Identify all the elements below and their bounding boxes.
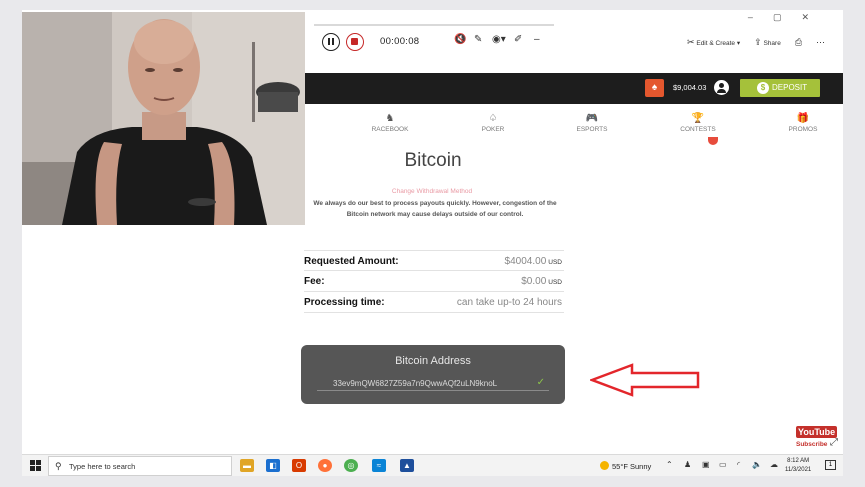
- requested-amount-value: $4004.00 USD: [504, 256, 562, 267]
- file-explorer-icon[interactable]: ▬: [240, 459, 254, 472]
- cloud-icon[interactable]: ☁: [770, 460, 778, 469]
- share-label: Share: [763, 40, 781, 47]
- windows-start-icon[interactable]: [30, 460, 41, 471]
- horse-icon: ♞: [385, 113, 395, 124]
- weather-text: 55°F Sunny: [612, 462, 652, 471]
- change-method-link[interactable]: Change Withdrawal Method: [367, 188, 497, 195]
- system-clock[interactable]: 8:12 AM 11/3/2021: [785, 457, 811, 475]
- office-icon[interactable]: O: [292, 459, 306, 472]
- bitcoin-address-field[interactable]: 33ev9mQW6827Z59a7n9QwwAQf2uLN9knoL ✓: [317, 377, 549, 391]
- expand-icon[interactable]: ⤢: [830, 437, 838, 448]
- window-controls: –▢✕: [748, 12, 829, 23]
- print-icon[interactable]: ⎙: [795, 37, 802, 48]
- store-icon[interactable]: ◧: [266, 459, 280, 472]
- webcam-overlay: [22, 12, 305, 225]
- stop-button[interactable]: [346, 33, 364, 51]
- poker-badge-icon[interactable]: ♠: [645, 79, 664, 97]
- weather-widget[interactable]: 55°F Sunny: [600, 461, 651, 471]
- processing-time-row: Processing time: can take up-to 24 hours: [304, 292, 564, 313]
- requested-amount-row: Requested Amount: $4004.00 USD: [304, 250, 564, 271]
- requested-amount-label: Requested Amount:: [304, 256, 399, 267]
- photos-icon[interactable]: ▲: [400, 459, 414, 472]
- deposit-button[interactable]: $ DEPOSIT: [740, 79, 820, 97]
- page-title: Bitcoin: [404, 150, 462, 171]
- nav-label: ESPORTS: [576, 126, 608, 133]
- address-title: Bitcoin Address: [395, 355, 471, 367]
- payout-notice: We always do our best to process payouts…: [313, 200, 557, 218]
- edit-icon: ✂: [687, 37, 695, 47]
- dollar-icon: $: [757, 82, 769, 94]
- nav-racebook[interactable]: ♞ RACEBOOK: [360, 113, 420, 133]
- bitcoin-address-value: 33ev9mQW6827Z59a7n9QwwAQf2uLN9knoL: [333, 379, 498, 388]
- person-icon[interactable]: ♟: [684, 460, 691, 469]
- viewer-toolbar: ✂ Edit & Create ▾ ⇪ Share ⎙ ⋯: [687, 37, 825, 48]
- notification-icon[interactable]: 1: [825, 460, 836, 470]
- nav-contests[interactable]: 🏆 CONTESTS: [668, 113, 728, 133]
- nav-label: POKER: [481, 126, 505, 133]
- edit-create-label: Edit & Create: [696, 40, 736, 47]
- fee-row: Fee: $0.00 USD: [304, 271, 564, 292]
- nav-label: RACEBOOK: [371, 126, 409, 133]
- microphone-icon[interactable]: ✎: [474, 34, 482, 45]
- recording-frame: 00:00:08 🔇 ✎ ◉▾ ✐ – –▢✕ ✂ Edit & Create …: [22, 10, 843, 454]
- search-icon: ⚲: [55, 461, 62, 471]
- account-balance[interactable]: $9,004.03: [673, 83, 706, 92]
- processing-time-label: Processing time:: [304, 297, 385, 308]
- site-header: ♠ $9,004.03 $ DEPOSIT: [305, 73, 843, 104]
- nav-label: CONTESTS: [680, 126, 716, 133]
- close-window-icon[interactable]: ✕: [801, 12, 829, 22]
- taskbar-search[interactable]: ⚲ Type here to search: [48, 456, 232, 476]
- volume-icon[interactable]: 🔈: [752, 460, 762, 469]
- cards-icon: ♤: [488, 113, 498, 124]
- user-icon[interactable]: [714, 80, 729, 95]
- webcam-image: [22, 12, 305, 225]
- maximize-window-icon[interactable]: ▢: [773, 12, 802, 22]
- wifi-icon[interactable]: ◜: [737, 460, 740, 469]
- camera-icon[interactable]: ◉▾: [492, 34, 506, 45]
- tray-app-icon[interactable]: ▣: [702, 460, 710, 469]
- keyboard-icon[interactable]: ▭: [719, 460, 727, 469]
- chrome-icon[interactable]: ◎: [344, 459, 358, 472]
- processing-time-value: can take up-to 24 hours: [456, 297, 562, 308]
- nav-label: PROMOS: [788, 126, 818, 133]
- edit-create-button[interactable]: ✂ Edit & Create ▾: [687, 37, 740, 48]
- fee-label: Fee:: [304, 276, 325, 287]
- clock-date: 11/3/2021: [785, 467, 812, 473]
- bitcoin-address-panel: Bitcoin Address 33ev9mQW6827Z59a7n9QwwAQ…: [301, 345, 565, 404]
- search-placeholder: Type here to search: [69, 462, 136, 471]
- minimize-icon[interactable]: –: [534, 34, 540, 45]
- more-icon[interactable]: ⋯: [816, 37, 825, 48]
- checkmark-icon: ✓: [536, 377, 545, 388]
- app-icon[interactable]: ≈: [372, 459, 386, 472]
- fee-value: $0.00 USD: [521, 276, 562, 287]
- elapsed-time: 00:00:08: [380, 36, 420, 47]
- gamepad-icon: 🎮: [585, 113, 599, 124]
- red-arrow-annotation: [590, 363, 700, 397]
- windows-taskbar: ⚲ Type here to search ▬ ◧ O ● ◎ ≈ ▲ 55°F…: [22, 454, 843, 476]
- minimize-window-icon[interactable]: –: [748, 12, 773, 22]
- firefox-icon[interactable]: ●: [318, 459, 332, 472]
- clock-time: 8:12 AM: [787, 458, 810, 464]
- speaker-mute-icon[interactable]: 🔇: [454, 34, 466, 45]
- trophy-icon: 🏆: [691, 113, 705, 124]
- sun-icon: [600, 461, 609, 470]
- deposit-label: DEPOSIT: [772, 83, 808, 92]
- recorder-toolbar: 00:00:08 🔇 ✎ ◉▾ ✐ –: [314, 24, 554, 54]
- chevron-up-icon[interactable]: ⌃: [666, 460, 673, 469]
- pen-icon[interactable]: ✐: [514, 34, 522, 45]
- nav-poker[interactable]: ♤ POKER: [463, 113, 523, 133]
- notification-dot: [708, 137, 718, 145]
- gift-icon: 🎁: [796, 113, 810, 124]
- nav-esports[interactable]: 🎮 ESPORTS: [562, 113, 622, 133]
- share-button[interactable]: ⇪ Share: [754, 37, 781, 48]
- nav-promos[interactable]: 🎁 PROMOS: [773, 113, 833, 133]
- pause-button[interactable]: [322, 33, 340, 51]
- share-icon: ⇪: [754, 37, 762, 47]
